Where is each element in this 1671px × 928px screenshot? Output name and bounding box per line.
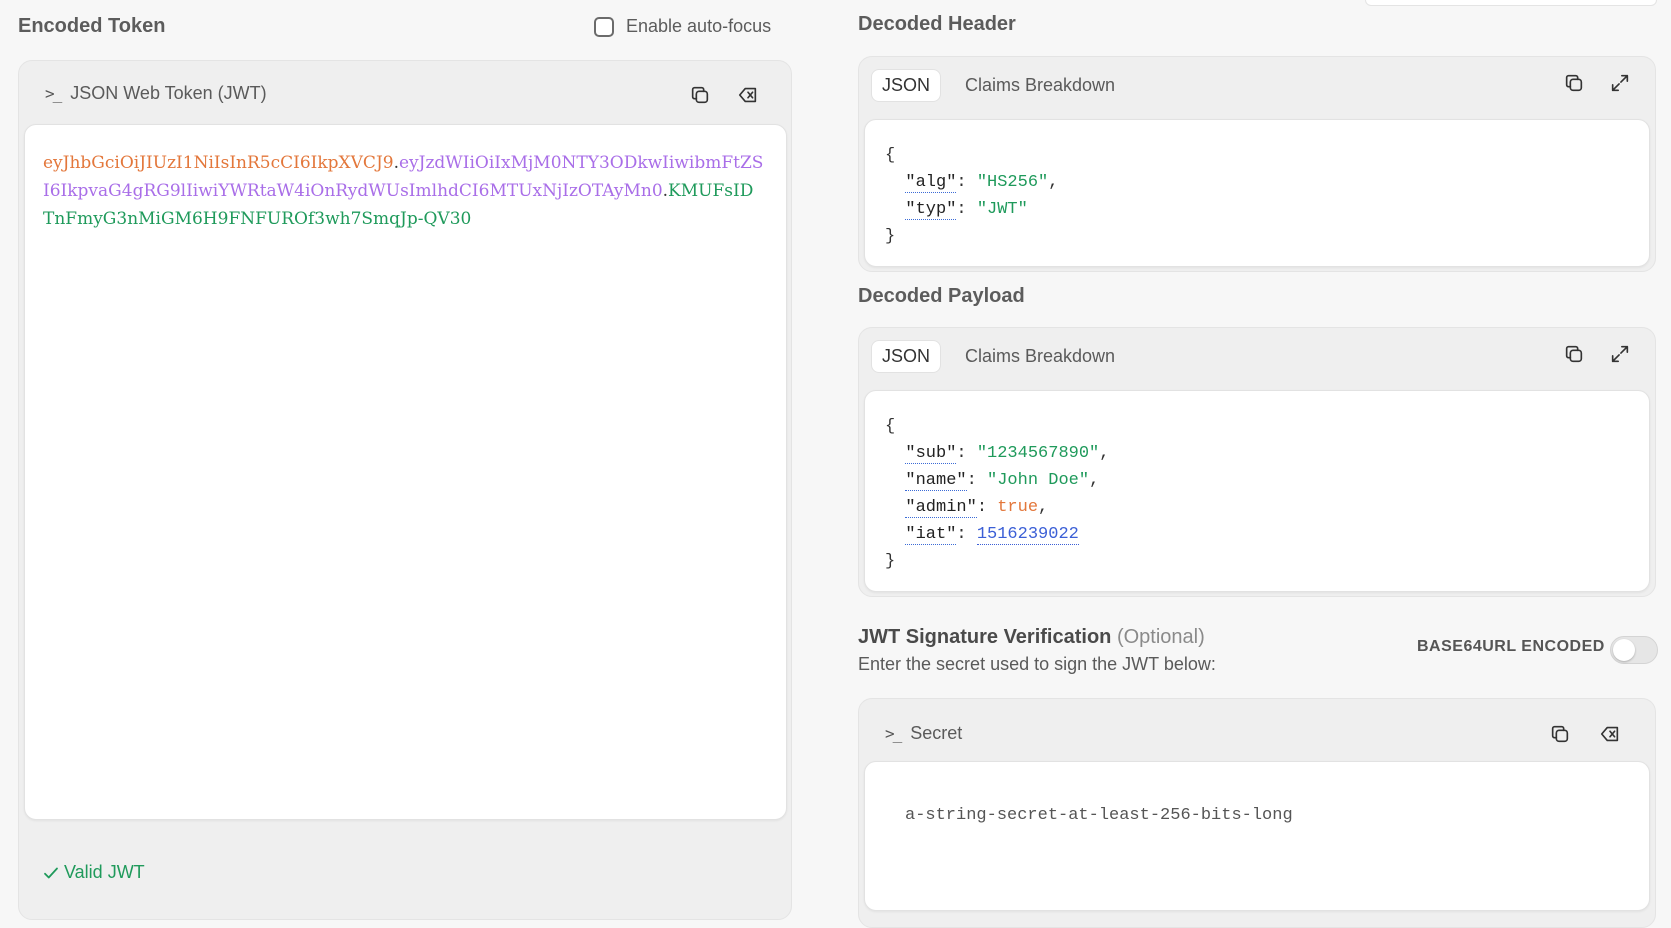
toggle-knob [1613,639,1635,661]
tab-claims-breakdown[interactable]: Claims Breakdown [955,341,1125,372]
valid-jwt-status: Valid JWT [42,862,145,883]
base64url-encoded-toggle[interactable] [1610,636,1658,664]
copy-icon [1565,74,1583,92]
json-colon: : [976,498,998,517]
copy-icon [1551,725,1569,743]
json-value-sub: "1234567890" [976,444,1100,463]
json-open-brace: { [885,146,896,165]
clear-secret-button[interactable] [1595,719,1625,749]
decoded-payload-editor[interactable]: { "sub": "1234567890", "name": "John Doe… [864,390,1650,592]
tab-json[interactable]: JSON [871,340,942,373]
decoded-header-json: { "alg": "HS256", "typ": "JWT" } [885,142,1058,250]
token-text[interactable]: eyJhbGciOiJIUzI1NiIsInR5cCI6IkpXVCJ9.eyJ… [43,149,764,233]
signature-instructions: Enter the secret used to sign the JWT be… [858,654,1216,674]
valid-jwt-label: Valid JWT [64,862,145,882]
terminal-icon: >_ [45,84,62,103]
terminal-icon: >_ [885,724,902,743]
check-icon [44,867,58,878]
clear-icon [738,87,757,103]
expand-icon [1611,74,1629,92]
json-value-alg: "HS256" [976,173,1049,192]
json-key-iat: "iat" [905,525,957,545]
json-key-name: "name" [905,471,967,491]
json-close-brace: } [885,552,896,571]
encoded-token-title: Encoded Token [18,15,166,37]
tab-claims-breakdown[interactable]: Claims Breakdown [955,70,1125,101]
json-comma: , [1038,498,1049,517]
json-comma: , [1089,471,1100,490]
clear-token-button[interactable] [733,80,763,110]
json-key-sub: "sub" [905,444,957,464]
enable-auto-focus-toggle[interactable]: Enable auto-focus [594,16,771,37]
json-value-name: "John Doe" [987,471,1090,490]
json-comma: , [1099,444,1110,463]
decoded-payload-json: { "sub": "1234567890", "name": "John Doe… [885,413,1109,575]
copy-icon [1565,345,1583,363]
json-colon: : [956,444,977,463]
auto-focus-checkbox[interactable] [594,16,614,37]
decoded-payload-title: Decoded Payload [858,285,1025,307]
jwt-panel-title: >_ JSON Web Token (JWT) [45,83,267,104]
json-value-admin: true [997,498,1039,517]
signature-title-text: JWT Signature Verification [858,626,1112,648]
secret-panel-title: >_ Secret [885,723,962,744]
signature-verification-title: JWT Signature Verification (Optional) [858,626,1205,649]
secret-panel-title-text: Secret [910,723,963,743]
expand-payload-button[interactable] [1605,339,1635,369]
copy-token-button[interactable] [685,80,715,110]
decoded-header-title: Decoded Header [858,13,1016,35]
encoded-token-panel: >_ JSON Web Token (JWT) eyJhbGciOiJIUzI1… [18,60,792,920]
copy-header-button[interactable] [1559,68,1589,98]
decoded-header-editor[interactable]: { "alg": "HS256", "typ": "JWT" } [864,119,1650,267]
decoded-header-tabs: JSON Claims Breakdown [871,69,1125,102]
json-value-iat[interactable]: 1516239022 [976,525,1079,545]
signature-optional-label: (Optional) [1116,626,1205,648]
token-header-segment: eyJhbGciOiJIUzI1NiIsInR5cCI6IkpXVCJ9 [43,153,394,173]
token-editor[interactable]: eyJhbGciOiJIUzI1NiIsInR5cCI6IkpXVCJ9.eyJ… [24,124,787,820]
json-value-typ: "JWT" [976,200,1028,219]
decoded-payload-tabs: JSON Claims Breakdown [871,340,1125,373]
auto-focus-label: Enable auto-focus [626,16,772,36]
expand-icon [1611,345,1629,363]
json-key-admin: "admin" [905,498,977,518]
copy-secret-button[interactable] [1545,719,1575,749]
secret-input[interactable]: a-string-secret-at-least-256-bits-long [864,761,1650,911]
copy-icon [691,86,709,104]
expand-header-button[interactable] [1605,68,1635,98]
json-colon: : [966,471,988,490]
json-close-brace: } [885,227,896,246]
json-comma: , [1048,173,1059,192]
base64url-encoded-label: BASE64URL ENCODED [1417,638,1605,655]
clear-icon [1600,726,1619,742]
secret-panel: >_ Secret a-string-secret-at-least-256-b… [858,698,1656,928]
json-colon: : [956,200,977,219]
copy-payload-button[interactable] [1559,339,1589,369]
decoded-header-panel: JSON Claims Breakdown { "alg": "HS256", … [858,56,1656,272]
json-colon: : [956,525,977,544]
json-key-typ: "typ" [905,200,957,220]
json-open-brace: { [885,417,896,436]
secret-value[interactable]: a-string-secret-at-least-256-bits-long [905,806,1293,825]
top-partial-element [1365,0,1657,6]
jwt-panel-title-text: JSON Web Token (JWT) [70,83,267,103]
tab-json[interactable]: JSON [871,69,942,102]
json-key-alg: "alg" [905,173,957,193]
decoded-payload-panel: JSON Claims Breakdown { "sub": "12345678… [858,327,1656,597]
json-colon: : [956,173,977,192]
